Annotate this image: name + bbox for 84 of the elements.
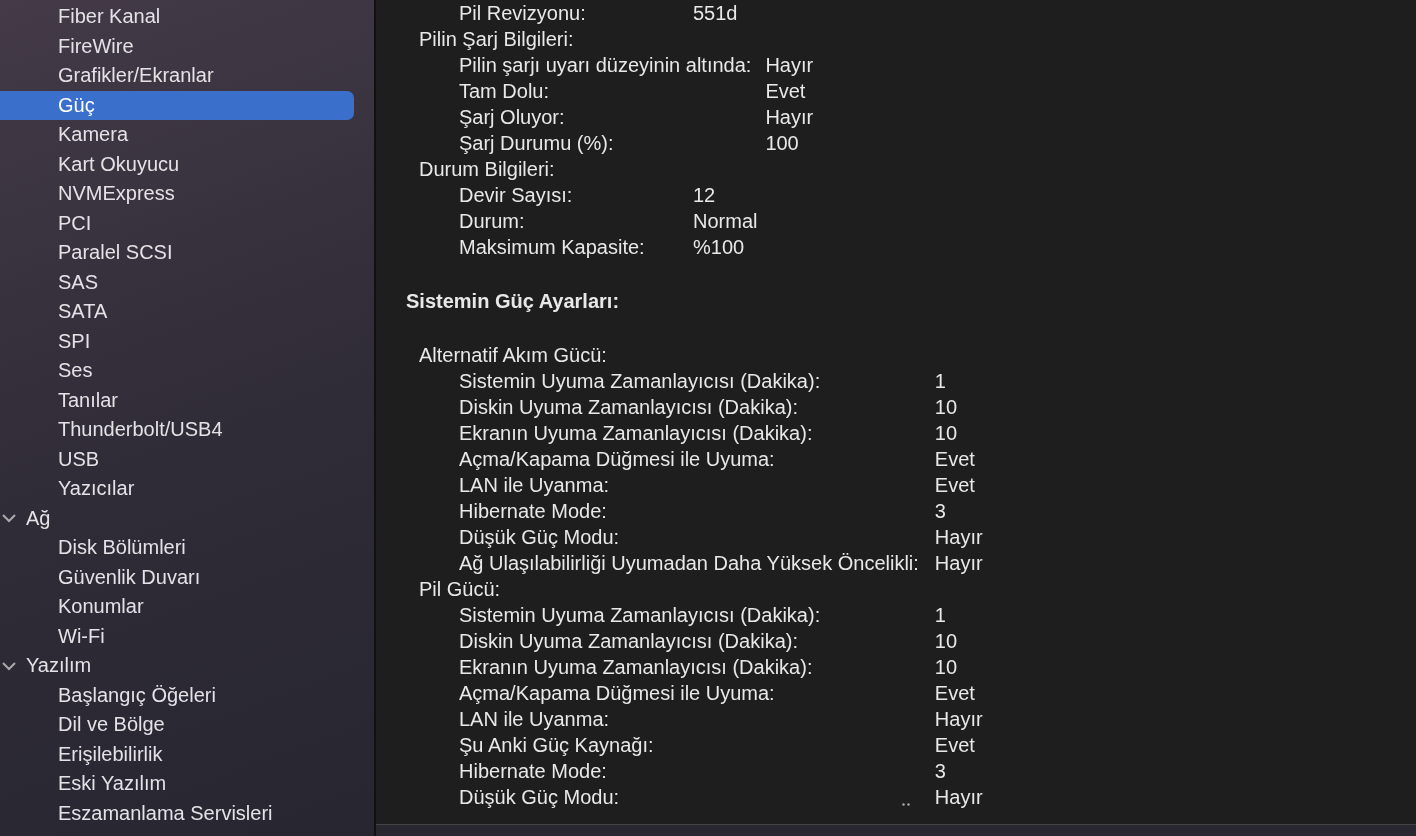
property-label: Devir Sayısı: xyxy=(459,183,574,208)
property-value: 1 xyxy=(934,369,947,394)
sidebar-group[interactable]: Yazılım xyxy=(26,651,92,681)
chevron-icon[interactable] xyxy=(2,660,16,671)
property-label: Sistemin Uyuma Zamanlayıcısı (Dakika): xyxy=(459,603,821,628)
group-title: Alternatif Akım Gücü: xyxy=(419,344,607,366)
sidebar-item[interactable]: NVMExpress xyxy=(0,179,354,209)
sidebar-item[interactable]: Fiber Kanal xyxy=(0,2,354,32)
sidebar-item[interactable]: Güvenlik Duvarı xyxy=(0,562,354,592)
sidebar-item[interactable]: Tanılar xyxy=(0,385,354,415)
property-label: Düşük Güç Modu: xyxy=(459,525,620,550)
property-value: Evet xyxy=(934,447,976,472)
property-value: Evet xyxy=(765,79,807,104)
sidebar-item[interactable]: Grafikler/Ekranlar xyxy=(0,61,354,91)
property-value: Evet xyxy=(934,681,976,706)
sidebar-item[interactable]: SPI xyxy=(0,326,354,356)
property-value: 10 xyxy=(934,629,959,654)
sidebar-item[interactable]: SAS xyxy=(0,267,354,297)
property-label: Durum: xyxy=(459,209,526,234)
property-value: 3 xyxy=(934,499,947,524)
sidebar-group[interactable]: Ağ xyxy=(26,503,51,533)
property-value: Hayır xyxy=(934,707,983,732)
sidebar-item[interactable]: Eszamanlama Servisleri xyxy=(0,798,354,828)
property-value: Hayır xyxy=(934,785,983,810)
sidebar-item[interactable]: Ses xyxy=(0,356,354,386)
sidebar-item[interactable]: Wi-Fi xyxy=(0,621,354,651)
property-value: Hayır xyxy=(765,105,814,130)
sidebar-item[interactable]: Konumlar xyxy=(0,592,354,622)
sidebar-item[interactable]: Thunderbolt/USB4 xyxy=(0,415,354,445)
sidebar-item[interactable]: Paralel SCSI xyxy=(0,238,354,268)
property-value: 100 xyxy=(765,131,800,156)
sidebar-item[interactable]: Güç xyxy=(0,90,354,120)
property-label: Sistemin Uyuma Zamanlayıcısı (Dakika): xyxy=(459,369,821,394)
property-label: Pil Revizyonu: xyxy=(459,1,587,26)
property-label: Düşük Güç Modu: xyxy=(459,785,620,810)
resize-handle-icon[interactable] xyxy=(902,803,910,806)
property-label: Ağ Ulaşılabilirliği Uyumadan Daha Yüksek Öncelikli: xyxy=(459,551,919,576)
property-value: 10 xyxy=(934,655,959,680)
property-value: Normal xyxy=(693,209,758,234)
sidebar-item[interactable]: PCI xyxy=(0,208,354,238)
property-label: Diskin Uyuma Zamanlayıcısı (Dakika): xyxy=(459,629,798,654)
section-heading: Sistemin Güç Ayarları: xyxy=(406,289,621,314)
property-value: Evet xyxy=(934,733,976,758)
property-label: LAN ile Uyanma: xyxy=(459,473,610,498)
group-title: Durum Bilgileri: xyxy=(419,158,555,180)
sidebar-item[interactable]: Başlangıç Öğeleri xyxy=(0,680,354,710)
property-label: Tam Dolu: xyxy=(459,79,551,104)
property-label: Açma/Kapama Düğmesi ile Uyuma: xyxy=(459,447,775,472)
property-value: 12 xyxy=(693,183,717,208)
property-label: Hibernate Mode: xyxy=(459,759,607,784)
property-value: 1 xyxy=(934,603,947,628)
property-value: %100 xyxy=(693,235,746,260)
sidebar-item[interactable]: USB xyxy=(0,444,354,474)
sidebar-item[interactable]: Disk Bölümleri xyxy=(0,533,354,563)
sidebar-item[interactable]: FireWire xyxy=(0,31,354,61)
property-value: Hayır xyxy=(765,53,814,78)
property-value: 3 xyxy=(934,759,947,784)
property-label: Şu Anki Güç Kaynağı: xyxy=(459,733,654,758)
property-label: Hibernate Mode: xyxy=(459,499,607,524)
sidebar-item[interactable]: Kamera xyxy=(0,120,354,150)
chevron-icon[interactable] xyxy=(2,513,16,524)
property-label: Ekranın Uyuma Zamanlayıcısı (Dakika): xyxy=(459,421,813,446)
sidebar-item[interactable]: Kart Okuyucu xyxy=(0,149,354,179)
group-title: Pil Gücü: xyxy=(419,578,501,600)
property-value: Hayır xyxy=(934,525,983,550)
property-label: LAN ile Uyanma: xyxy=(459,707,610,732)
property-label: Pilin şarjı uyarı düzeyinin altında: xyxy=(459,53,752,78)
property-value: Evet xyxy=(934,473,976,498)
property-label: Açma/Kapama Düğmesi ile Uyuma: xyxy=(459,681,775,706)
property-label: Maksimum Kapasite: xyxy=(459,235,646,260)
property-value: 10 xyxy=(934,421,959,446)
sidebar-item[interactable]: Yazıcılar xyxy=(0,474,354,504)
sidebar-item[interactable]: Eski Yazılım xyxy=(0,769,354,799)
sidebar-item[interactable]: Dil ve Bölge xyxy=(0,710,354,740)
property-label: Şarj Oluyor: xyxy=(459,105,566,130)
sidebar-item[interactable]: Erişilebilirlik xyxy=(0,739,354,769)
property-label: Ekranın Uyuma Zamanlayıcısı (Dakika): xyxy=(459,655,813,680)
property-label: Şarj Durumu (%): xyxy=(459,131,615,156)
property-value: 551d xyxy=(693,1,738,26)
sidebar-item[interactable]: SATA xyxy=(0,297,354,327)
group-title: Pilin Şarj Bilgileri: xyxy=(419,28,574,50)
property-value: 10 xyxy=(934,395,959,420)
property-label: Diskin Uyuma Zamanlayıcısı (Dakika): xyxy=(459,395,798,420)
property-value: Hayır xyxy=(934,551,983,576)
